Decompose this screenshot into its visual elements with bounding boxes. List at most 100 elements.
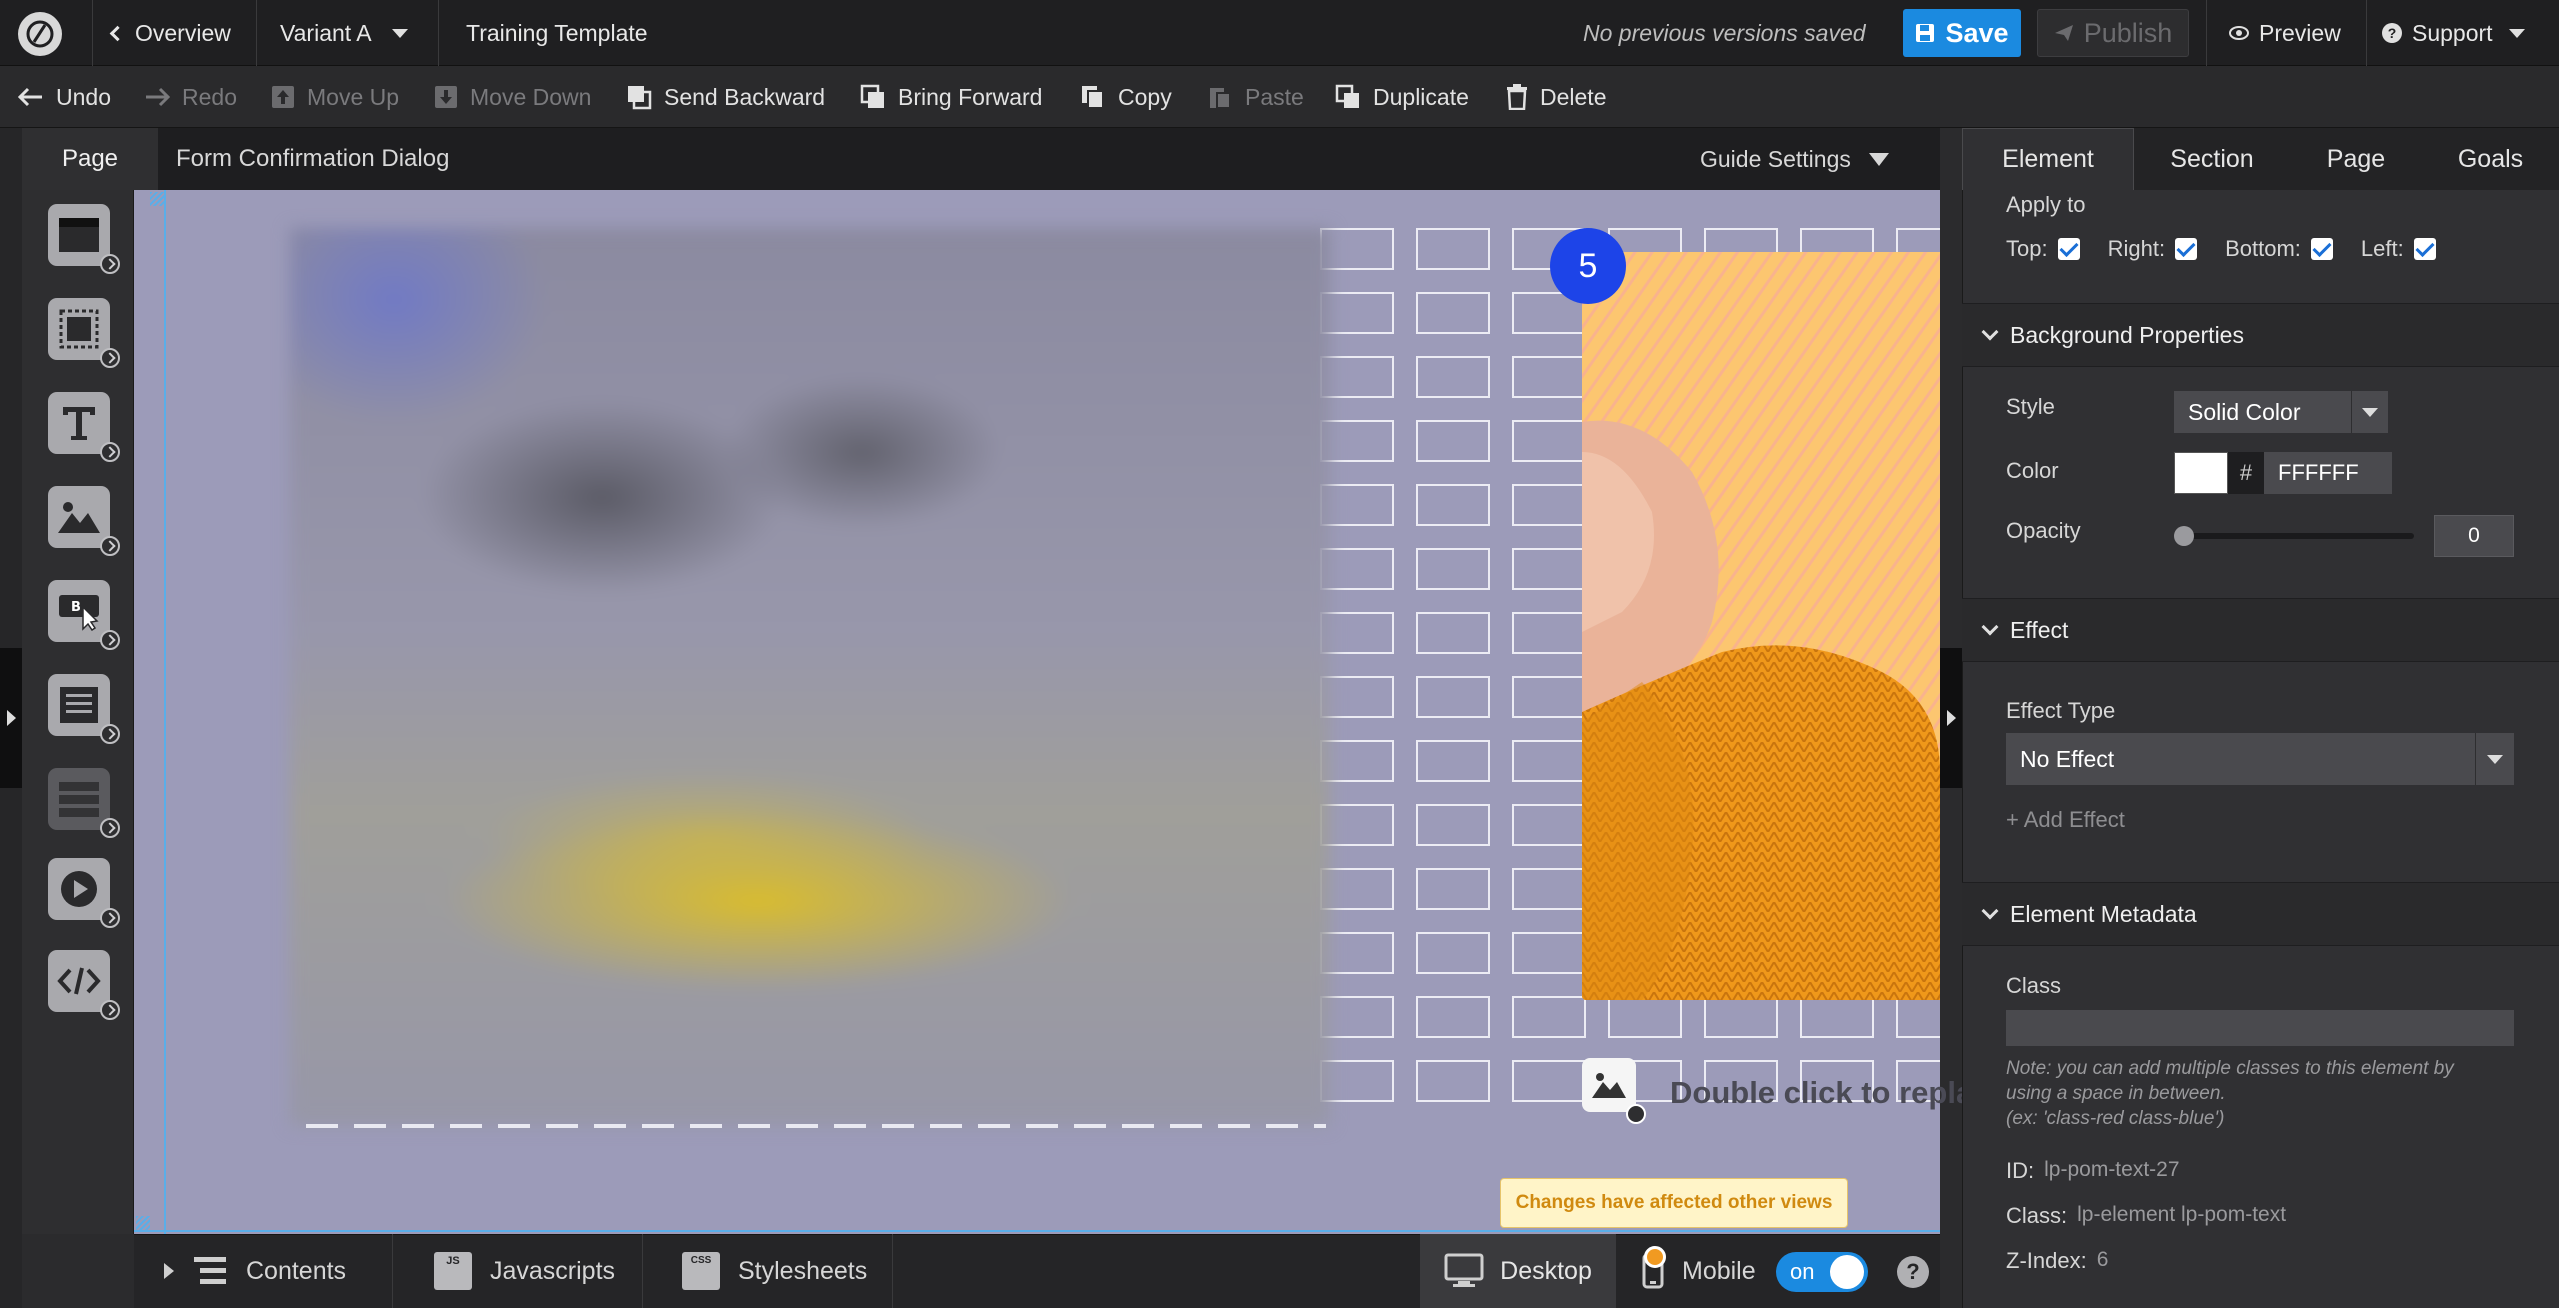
- opacity-input[interactable]: 0: [2434, 515, 2514, 557]
- tab-section[interactable]: Section: [2134, 128, 2290, 190]
- move-up-label: Move Up: [307, 83, 400, 110]
- top-checkbox[interactable]: [2057, 238, 2080, 260]
- tab-page[interactable]: Page: [2290, 128, 2422, 190]
- opacity-slider-track[interactable]: [2180, 533, 2414, 539]
- template-name[interactable]: Training Template: [466, 0, 648, 66]
- javascripts-button[interactable]: JS Javascripts: [434, 1234, 615, 1308]
- image-placeholder-icon[interactable]: [1582, 1058, 1636, 1112]
- form-element-button[interactable]: [48, 674, 120, 744]
- section-icon: [59, 218, 99, 252]
- support-menu[interactable]: ? Support: [2382, 0, 2525, 66]
- undo-arrow-icon: [18, 87, 42, 107]
- custom-html-element-button[interactable]: [48, 950, 120, 1020]
- effect-header[interactable]: Effect: [1962, 598, 2559, 662]
- app-logo-icon[interactable]: [18, 12, 62, 56]
- delete-button[interactable]: Delete: [1506, 66, 1606, 128]
- bring-forward-button[interactable]: Bring Forward: [860, 66, 1042, 128]
- send-backward-button[interactable]: Send Backward: [626, 66, 825, 128]
- copy-button[interactable]: Copy: [1080, 66, 1172, 128]
- class-note-line: using a space in between.: [2006, 1083, 2226, 1104]
- move-down-button[interactable]: Move Down: [434, 66, 591, 128]
- grid-guide-cell: [1320, 932, 1394, 974]
- left-checkbox[interactable]: [2413, 238, 2436, 260]
- grid-guide-cell: [1512, 356, 1586, 398]
- grid-guide-cell: [1320, 740, 1394, 782]
- grid-guide-cell: [1512, 932, 1586, 974]
- class-input[interactable]: [2006, 1010, 2514, 1046]
- box-element-button[interactable]: [48, 298, 120, 368]
- overview-link[interactable]: Overview: [109, 0, 231, 66]
- caret-down-icon: [2487, 754, 2503, 764]
- bottom-checkbox[interactable]: [2310, 238, 2333, 260]
- class-note-line: (ex: 'class-red class-blue'): [2006, 1108, 2225, 1129]
- bring-forward-label: Bring Forward: [898, 83, 1043, 110]
- grid-guide-cell: [1416, 676, 1490, 718]
- element-class-row: Class: lp-element lp-pom-text: [2006, 1203, 2286, 1229]
- photo-image-element[interactable]: [1582, 252, 1940, 1000]
- variant-selector[interactable]: Variant A: [280, 0, 408, 66]
- background-style-select[interactable]: Solid Color: [2174, 391, 2388, 433]
- image-element-button[interactable]: [48, 486, 120, 556]
- step-number-badge: 5: [1550, 228, 1626, 304]
- element-metadata-header[interactable]: Element Metadata: [1962, 882, 2559, 946]
- opacity-label: Opacity: [2006, 518, 2081, 543]
- top-label: Top:: [2006, 236, 2048, 261]
- grid-guide-cell: [1512, 484, 1586, 526]
- tab-goals[interactable]: Goals: [2422, 128, 2559, 190]
- divider: [892, 1234, 893, 1308]
- redo-button[interactable]: Redo: [144, 66, 237, 128]
- undo-label: Undo: [56, 83, 111, 110]
- mobile-view-button[interactable]: Mobile: [1642, 1234, 1756, 1308]
- right-checkbox[interactable]: [2175, 238, 2198, 260]
- grid-guide-cell: [1320, 484, 1394, 526]
- effect-type-select[interactable]: No Effect: [2006, 733, 2514, 785]
- page-tab[interactable]: Page: [22, 128, 158, 190]
- text-element-button[interactable]: [48, 392, 120, 462]
- resize-handle-top[interactable]: [150, 192, 164, 206]
- button-element-button[interactable]: B: [48, 580, 120, 650]
- save-button[interactable]: Save: [1903, 9, 2021, 57]
- section-element-button[interactable]: [48, 204, 120, 274]
- opacity-slider-handle[interactable]: [2174, 526, 2194, 546]
- play-circle-icon: [61, 871, 97, 907]
- resize-handle-bottom[interactable]: [136, 1216, 150, 1230]
- undo-button[interactable]: Undo: [18, 66, 111, 128]
- paste-button[interactable]: Paste: [1207, 66, 1304, 128]
- stylesheets-button[interactable]: CSS Stylesheets: [682, 1234, 867, 1308]
- duplicate-button[interactable]: Duplicate: [1335, 66, 1469, 128]
- caret-down-icon: [2508, 28, 2525, 38]
- publish-button[interactable]: Publish: [2037, 9, 2189, 57]
- versions-status: No previous versions saved: [1583, 19, 1866, 46]
- canvas-guide-horizontal: [134, 1230, 1940, 1232]
- paper-plane-icon: [2054, 25, 2073, 41]
- video-element-button[interactable]: [48, 858, 120, 928]
- add-effect-link[interactable]: + Add Effect: [2006, 807, 2125, 833]
- redo-arrow-icon: [146, 87, 170, 107]
- collapse-right-panel-button[interactable]: [1940, 648, 1962, 788]
- zindex-value: 6: [2096, 1248, 2109, 1271]
- move-up-button[interactable]: Move Up: [271, 66, 399, 128]
- monitor-icon: [1444, 1253, 1484, 1287]
- contents-toggle[interactable]: Contents: [164, 1234, 346, 1308]
- tab-element[interactable]: Element: [1962, 128, 2134, 190]
- divider: [392, 1234, 393, 1308]
- drag-badge-icon: [100, 254, 120, 274]
- expand-left-panel-button[interactable]: [0, 648, 22, 788]
- grid-guide-cell: [1512, 676, 1586, 718]
- toggle-knob: [1830, 1255, 1864, 1289]
- drag-badge-icon: [100, 536, 120, 556]
- grid-guide-cell: [1512, 804, 1586, 846]
- color-swatch[interactable]: [2174, 452, 2228, 494]
- grid-guide-cell: [1320, 804, 1394, 846]
- grid-guide-cell: [1896, 996, 1940, 1038]
- desktop-view-button[interactable]: Desktop: [1420, 1234, 1616, 1308]
- blurred-hero-image[interactable]: [290, 228, 1330, 1126]
- replace-image-hint[interactable]: Double click to repla: [1670, 1058, 1973, 1128]
- background-properties-header[interactable]: Background Properties: [1962, 303, 2559, 367]
- help-button[interactable]: ?: [1897, 1256, 1929, 1288]
- guide-settings-dropdown[interactable]: Guide Settings: [1700, 128, 1889, 190]
- preview-button[interactable]: Preview: [2229, 0, 2341, 66]
- drag-badge-icon: [1626, 1104, 1646, 1124]
- custom-html-list-button[interactable]: [48, 768, 120, 838]
- color-hex-input[interactable]: FFFFFF: [2264, 452, 2392, 494]
